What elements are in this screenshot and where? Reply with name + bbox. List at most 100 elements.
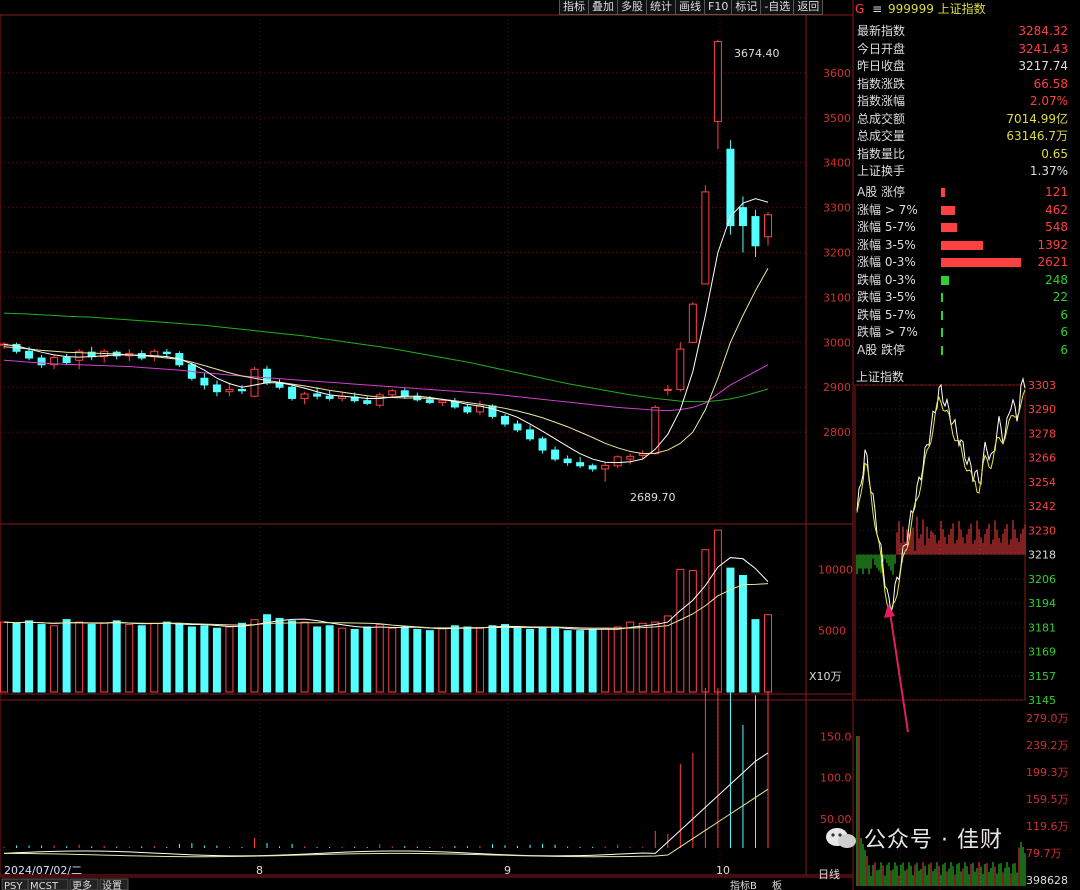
indicator-tick-label: 150.0 — [820, 730, 852, 743]
candle-body — [764, 214, 772, 238]
breadth-bar — [941, 328, 943, 337]
breadth-panel: A股 涨停 121 涨幅 > 7% 462 涨幅 5-7% 548 涨幅 3-5% 1392 涨… — [853, 184, 1080, 359]
quote-label: 今日开盘 — [857, 41, 906, 56]
candle-body — [162, 351, 171, 355]
annotation-arrowhead — [884, 604, 895, 618]
breadth-value: 462 — [1045, 202, 1068, 217]
intraday-volume-tick: 279.0万 — [1026, 712, 1069, 725]
breadth-value: 248 — [1045, 272, 1068, 287]
volume-bar — [250, 619, 259, 693]
volume-bar — [37, 624, 46, 693]
volume-bar — [313, 626, 322, 693]
quote-label: 最新指数 — [857, 24, 906, 38]
breadth-row: 涨幅 5-7% 548 — [853, 219, 1080, 237]
volume-bar — [363, 626, 372, 693]
toolbar-5[interactable]: F10 — [704, 0, 733, 15]
toolbar-8[interactable]: 返回 — [793, 0, 824, 15]
toolbar-7[interactable]: -自选 — [760, 0, 795, 15]
volume-bar — [137, 625, 146, 693]
quote-value: 3217.74 — [1018, 59, 1068, 73]
code-prefix: G — [855, 2, 865, 16]
candle-body — [300, 393, 309, 399]
breadth-label: 涨幅 3-5% — [857, 237, 916, 252]
date-tick-label: 10 — [716, 864, 730, 877]
quote-row: 指数涨幅 2.07% — [853, 93, 1080, 111]
candle-body — [250, 368, 259, 397]
toolbar-0[interactable]: 指标 — [559, 0, 589, 15]
breadth-bar — [941, 223, 957, 232]
breadth-label: 跌幅 > 7% — [857, 325, 918, 339]
toolbar-4[interactable]: 画线 — [675, 0, 705, 15]
quote-row: 总成交量 63146.7万 — [853, 128, 1080, 146]
volume-bar — [488, 625, 497, 693]
volume-bar — [62, 619, 71, 693]
breadth-bar — [941, 205, 955, 215]
intraday-price-tick: 3157 — [1028, 670, 1056, 683]
price-tick-label: 3000 — [823, 336, 851, 349]
breadth-value: 1392 — [1037, 237, 1068, 252]
candle-body — [325, 395, 334, 399]
bottom-tab-label: PSY — [4, 881, 23, 890]
intraday-price-tick: 3194 — [1028, 597, 1056, 610]
volume-bar — [538, 627, 547, 693]
toolbar-1[interactable]: 叠加 — [588, 0, 618, 15]
quote-value: 1.37% — [1029, 164, 1068, 178]
annotation-arrow — [889, 611, 909, 733]
quote-header: G ≡ 999999 上证指数 — [855, 0, 1080, 18]
candle-body — [25, 350, 34, 359]
high-label: 3674.40 — [734, 47, 780, 60]
candle-body — [225, 388, 234, 393]
quote-row: 上证换手 1.37% — [853, 163, 1080, 181]
candle-body — [212, 384, 221, 393]
candle-body — [626, 455, 635, 460]
toolbar-2[interactable]: 多股 — [617, 0, 647, 15]
intraday-volume-tick: 199.3万 — [1026, 766, 1069, 779]
intraday-price-tick: 3254 — [1028, 476, 1056, 489]
breadth-label: A股 涨停 — [857, 185, 906, 199]
breadth-label: 跌幅 5-7% — [857, 307, 916, 322]
candle-body — [363, 400, 372, 404]
quote-value: 3241.43 — [1018, 41, 1068, 56]
breadth-value: 121 — [1045, 185, 1068, 199]
candle-body — [576, 462, 585, 467]
toolbar-3[interactable]: 统计 — [646, 0, 676, 15]
volume-bar — [676, 568, 685, 693]
candle-body — [313, 393, 322, 397]
volume-bar — [450, 625, 459, 693]
candle-body — [200, 377, 209, 386]
volume-bar — [513, 626, 522, 693]
price-tick-label: 3100 — [823, 291, 851, 304]
volume-bar — [463, 626, 472, 693]
volume-bar — [125, 624, 134, 693]
breadth-label: 跌幅 3-5% — [857, 290, 916, 304]
candle-body — [738, 207, 747, 227]
menu-icon[interactable]: ≡ — [872, 2, 882, 16]
top-toolbar: 指标 叠加 多股 统计 画线 F10 标记 -自选 返回 — [559, 0, 824, 15]
candle-body — [500, 415, 509, 425]
quote-value: 66.58 — [1033, 76, 1068, 91]
breadth-row: 涨幅 3-5% 1392 — [853, 237, 1080, 255]
volume-bar — [651, 621, 660, 693]
intraday-volume-tick: 398628 — [1026, 874, 1068, 887]
stock-name: 上证指数 — [937, 2, 986, 16]
date-tick-label: 2024/07/02/二 — [4, 864, 82, 877]
intraday-price-tick: 3145 — [1028, 694, 1056, 707]
right-tab-label: 指标B — [730, 879, 757, 890]
breadth-row: A股 跌停 6 — [853, 342, 1080, 360]
volume-bar — [688, 570, 697, 693]
candle-body — [538, 438, 547, 451]
volume-bar — [438, 627, 447, 693]
volume-bar — [751, 619, 760, 693]
indicator-line-2 — [3, 788, 769, 858]
candle-body — [62, 357, 71, 364]
intraday-price-tick: 3290 — [1028, 403, 1056, 416]
breadth-value: 22 — [1052, 290, 1068, 304]
volume-unit-label: X10万 — [809, 670, 842, 683]
period-label: 日线 — [818, 867, 840, 881]
candle-body — [751, 216, 760, 247]
volume-bar — [212, 627, 221, 693]
breadth-row: 涨幅 0-3% 2621 — [853, 254, 1080, 272]
candle-body — [237, 388, 246, 392]
indicator-line-1 — [3, 752, 769, 857]
toolbar-6[interactable]: 标记 — [731, 0, 762, 15]
